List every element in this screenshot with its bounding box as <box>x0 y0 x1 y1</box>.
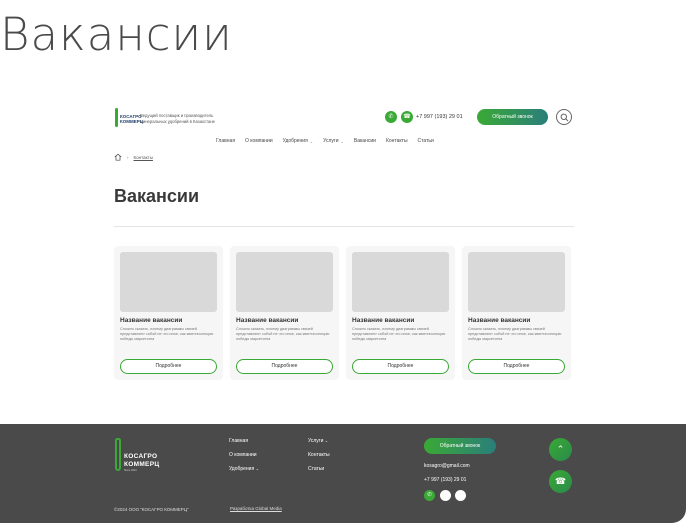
scroll-up-button[interactable]: ⌃ <box>549 438 572 461</box>
breadcrumb: › Контакты <box>114 153 153 161</box>
chevron-down-icon: ⌄ <box>324 438 329 443</box>
footer-link-fertilizers[interactable]: Удобрения ⌄ <box>229 466 259 480</box>
whatsapp-icon[interactable]: ✆ <box>424 490 435 501</box>
vacancy-details-button[interactable]: Подробнее <box>352 359 449 374</box>
nav-label: Вакансии <box>353 138 376 144</box>
footer-link-services[interactable]: Услуги ⌄ <box>308 438 330 452</box>
vacancy-description: Сложно сказать, почему диаграммы связей … <box>236 327 330 341</box>
footer-link-contacts[interactable]: Контакты <box>308 452 330 466</box>
header-phone[interactable]: +7 997 (193) 29 01 <box>416 114 463 120</box>
site-footer <box>0 424 686 523</box>
wheat-icon <box>115 438 121 471</box>
vacancy-card: Название вакансии Сложно сказать, почему… <box>230 246 339 380</box>
site-header: КОСАГРО КОММЕРЦ Ведущий поставщик и прои… <box>114 107 574 129</box>
nav-label: Удобрения <box>282 138 308 144</box>
vacancy-description: Сложно сказать, почему диаграммы связей … <box>352 327 446 341</box>
search-icon <box>560 113 569 122</box>
chevron-up-icon: ⌃ <box>556 444 565 454</box>
footer-nav-col2: Услуги ⌄ Контакты Статьи <box>308 438 330 480</box>
breadcrumb-current[interactable]: Контакты <box>134 155 153 160</box>
vacancy-title: Название вакансии <box>352 317 415 324</box>
wheat-icon <box>115 108 118 127</box>
callback-button[interactable]: Обратный звонок <box>477 109 548 125</box>
vacancy-details-button[interactable]: Подробнее <box>120 359 217 374</box>
footer-link-about[interactable]: О компании <box>229 452 259 466</box>
nav-item-vacancies[interactable]: Вакансии <box>354 137 376 145</box>
breadcrumb-separator: › <box>127 154 129 160</box>
vacancy-card: Название вакансии Сложно сказать, почему… <box>114 246 223 380</box>
header-logo[interactable]: КОСАГРО КОММЕРЦ <box>114 107 143 129</box>
nav-item-articles[interactable]: Статьи <box>418 137 434 145</box>
nav-label: Услуги <box>323 138 339 144</box>
vacancy-title: Название вакансии <box>120 317 183 324</box>
footer-callback-button[interactable]: Обратный звонок <box>424 438 496 454</box>
copyright: ©2024 ООО "КОСАГРО КОММЕРЦ" <box>114 507 189 512</box>
developer-link[interactable]: Разработка Global Media <box>230 506 282 511</box>
footer-link-label: Удобрения <box>229 466 255 472</box>
nav-item-services[interactable]: Услуги ⌄ <box>323 137 344 145</box>
nav-label: О компании <box>245 138 273 144</box>
nav-item-contacts[interactable]: Контакты <box>386 137 408 145</box>
home-icon[interactable] <box>114 153 122 161</box>
footer-nav-col1: Главная О компании Удобрения ⌄ <box>229 438 259 480</box>
nav-item-about[interactable]: О компании <box>245 137 273 145</box>
vacancy-image <box>352 252 449 312</box>
vacancy-card: Название вакансии Сложно сказать, почему… <box>462 246 571 380</box>
vacancy-description: Сложно сказать, почему диаграммы связей … <box>120 327 214 341</box>
vacancy-details-button[interactable]: Подробнее <box>236 359 333 374</box>
whatsapp-icon[interactable]: ✆ <box>385 111 397 123</box>
vacancy-description: Сложно сказать, почему диаграммы связей … <box>468 327 562 341</box>
vacancy-image <box>468 252 565 312</box>
phone-icon[interactable]: ☎ <box>401 111 413 123</box>
vacancy-list: Название вакансии Сложно сказать, почему… <box>114 246 571 380</box>
call-button[interactable]: ☎ <box>549 470 572 493</box>
footer-link-home[interactable]: Главная <box>229 438 259 452</box>
footer-email[interactable]: kosagro@gmail.com <box>424 463 470 469</box>
vacancy-card: Название вакансии Сложно сказать, почему… <box>346 246 455 380</box>
footer-link-articles[interactable]: Статьи <box>308 466 330 480</box>
footer-logo-line2: КОММЕРЦ <box>124 461 160 468</box>
chevron-down-icon: ⌄ <box>340 138 344 144</box>
header-tagline: Ведущий поставщик и производитель минера… <box>140 113 215 124</box>
main-nav: Главная О компании Удобрения ⌄ Услуги ⌄ Ва… <box>216 137 434 145</box>
vacancy-details-button[interactable]: Подробнее <box>468 359 565 374</box>
page-title: Вакансии <box>114 186 200 206</box>
footer-logo-small: Since 2024 <box>124 469 137 472</box>
nav-label: Контакты <box>385 138 408 144</box>
vacancy-image <box>236 252 333 312</box>
nav-item-home[interactable]: Главная <box>216 137 235 145</box>
vacancy-title: Название вакансии <box>468 317 531 324</box>
phone-icon: ☎ <box>554 476 567 486</box>
search-button[interactable] <box>556 109 572 125</box>
page-heading: Вакансии <box>0 8 233 61</box>
vacancy-image <box>120 252 217 312</box>
footer-logo[interactable]: КОСАГРО КОММЕРЦ Since 2024 <box>114 438 164 472</box>
divider <box>114 226 574 227</box>
footer-logo-line1: КОСАГРО <box>124 453 158 460</box>
social-icon[interactable] <box>440 490 451 501</box>
chevron-down-icon: ⌄ <box>255 466 259 471</box>
nav-label: Главная <box>216 138 236 144</box>
footer-link-label: Услуги <box>308 438 324 444</box>
footer-phone[interactable]: +7 997 (193) 29 01 <box>424 477 466 483</box>
social-icon[interactable] <box>455 490 466 501</box>
chevron-down-icon: ⌄ <box>309 138 314 144</box>
nav-item-fertilizers[interactable]: Удобрения ⌄ <box>283 137 314 145</box>
vacancy-title: Название вакансии <box>236 317 299 324</box>
nav-label: Статьи <box>417 138 434 144</box>
